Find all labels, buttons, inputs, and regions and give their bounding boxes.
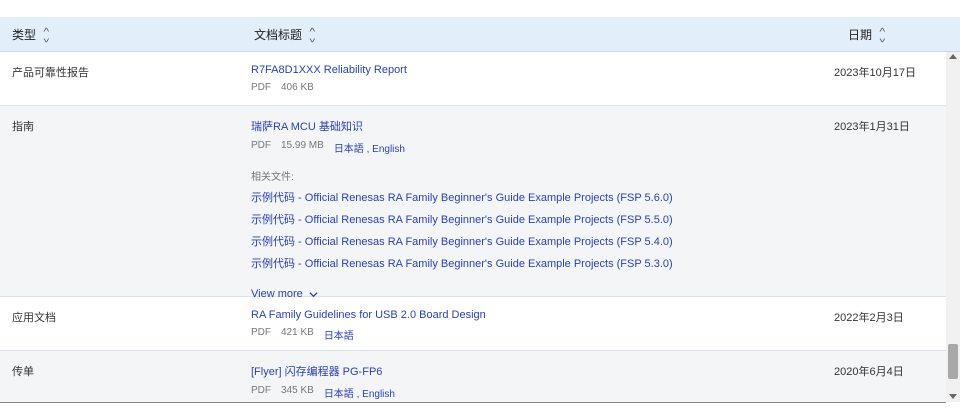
doc-meta: PDF 15.99 MB 日本語 , English [251, 140, 811, 155]
doc-meta: PDF 406 KB [251, 82, 811, 93]
column-header-type[interactable]: 类型 ^ ^ [12, 17, 49, 52]
table-body: 产品可靠性报告 R7FA8D1XXX Reliability Report PD… [0, 52, 946, 402]
doc-date: 2023年1月31日 [834, 121, 910, 133]
scrollbar-thumb[interactable] [948, 344, 958, 379]
doc-languages-link[interactable]: 日本語 , English [334, 140, 405, 155]
doc-type: 传单 [12, 366, 34, 378]
top-spacer [0, 0, 960, 17]
doc-format: PDF [251, 82, 271, 93]
doc-title-cell: 瑞萨RA MCU 基础知识 PDF 15.99 MB 日本語 , English… [251, 118, 811, 300]
doc-languages-link[interactable]: 日本語 , English [324, 385, 395, 400]
table-row: 指南 瑞萨RA MCU 基础知识 PDF 15.99 MB 日本語 , Engl… [0, 106, 946, 300]
doc-title-link[interactable]: R7FA8D1XXX Reliability Report [251, 64, 811, 76]
doc-format: PDF [251, 327, 271, 338]
table-header: 类型 ^ ^ 文档标题 ^ ^ 日期 ^ ^ [0, 17, 960, 52]
doc-meta: PDF 345 KB 日本語 , English [251, 385, 811, 400]
divider [0, 402, 946, 403]
doc-title-cell: RA Family Guidelines for USB 2.0 Board D… [251, 309, 811, 342]
related-file-link[interactable]: 示例代码 - Official Renesas RA Family Beginn… [251, 255, 811, 271]
doc-type: 产品可靠性报告 [12, 67, 89, 79]
doc-languages-link[interactable]: 日本語 [324, 327, 354, 342]
sort-icon[interactable]: ^ ^ [880, 27, 886, 43]
sort-icon[interactable]: ^ ^ [44, 27, 50, 43]
scroll-down-arrow-icon[interactable] [949, 394, 957, 399]
doc-size: 345 KB [281, 385, 314, 396]
column-header-date[interactable]: 日期 ^ ^ [848, 17, 885, 52]
doc-type: 应用文档 [12, 312, 56, 324]
doc-date: 2023年10月17日 [834, 67, 916, 79]
table-row: 产品可靠性报告 R7FA8D1XXX Reliability Report PD… [0, 52, 946, 106]
column-header-title-label: 文档标题 [254, 28, 303, 42]
doc-title-link[interactable]: RA Family Guidelines for USB 2.0 Board D… [251, 309, 811, 321]
related-file-link[interactable]: 示例代码 - Official Renesas RA Family Beginn… [251, 211, 811, 227]
doc-title-cell: [Flyer] 闪存编程器 PG-FP6 PDF 345 KB 日本語 , En… [251, 363, 811, 400]
column-header-date-label: 日期 [848, 28, 873, 42]
related-files-label: 相关文件: [251, 172, 294, 183]
related-file-link[interactable]: 示例代码 - Official Renesas RA Family Beginn… [251, 189, 811, 205]
doc-format: PDF [251, 385, 271, 396]
related-file-link[interactable]: 示例代码 - Official Renesas RA Family Beginn… [251, 233, 811, 249]
doc-size: 15.99 MB [281, 140, 324, 151]
doc-type: 指南 [12, 121, 34, 133]
scroll-up-arrow-icon[interactable] [949, 54, 957, 59]
column-header-type-label: 类型 [12, 28, 37, 42]
doc-title-link[interactable]: [Flyer] 闪存编程器 PG-FP6 [251, 363, 811, 379]
doc-date: 2020年6月4日 [834, 366, 904, 378]
doc-meta: PDF 421 KB 日本語 [251, 327, 811, 342]
table-row: 传单 [Flyer] 闪存编程器 PG-FP6 PDF 345 KB 日本語 ,… [0, 351, 946, 402]
doc-format: PDF [251, 140, 271, 151]
table-row: 应用文档 RA Family Guidelines for USB 2.0 Bo… [0, 297, 946, 351]
vertical-scrollbar[interactable] [946, 52, 960, 402]
doc-size: 406 KB [281, 82, 314, 93]
doc-size: 421 KB [281, 327, 314, 338]
doc-title-link[interactable]: 瑞萨RA MCU 基础知识 [251, 118, 811, 134]
doc-date: 2022年2月3日 [834, 312, 904, 324]
doc-title-cell: R7FA8D1XXX Reliability Report PDF 406 KB [251, 64, 811, 93]
sort-icon[interactable]: ^ ^ [310, 27, 316, 43]
column-header-title[interactable]: 文档标题 ^ ^ [254, 17, 315, 52]
